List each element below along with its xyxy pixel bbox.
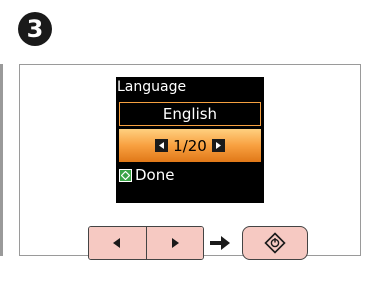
right-button[interactable] [145, 227, 203, 259]
lcd-pager: 1/20 [119, 129, 261, 162]
left-arrow-icon [155, 139, 169, 152]
done-label: Done [135, 166, 175, 184]
done-row: Done [119, 166, 174, 184]
nav-button-group [88, 226, 204, 260]
lcd-screen: Language English 1/20 Done [116, 77, 264, 203]
instruction-step: 3 Language English 1/20 Done [0, 0, 382, 282]
previous-panel-edge [0, 64, 3, 256]
left-triangle-icon [113, 238, 121, 248]
lcd-title: Language [117, 79, 187, 95]
right-arrow-icon [211, 139, 225, 152]
left-button[interactable] [89, 227, 146, 259]
step-number-badge: 3 [18, 12, 52, 46]
right-arrow-icon [210, 236, 230, 250]
page-counter: 1/20 [173, 136, 207, 155]
right-triangle-icon [171, 238, 179, 248]
start-diamond-icon [264, 232, 286, 254]
diamond-icon [119, 168, 132, 182]
lcd-pager-highlight: 1/20 [119, 129, 261, 162]
start-button[interactable] [242, 226, 308, 260]
language-value: English [119, 102, 261, 126]
